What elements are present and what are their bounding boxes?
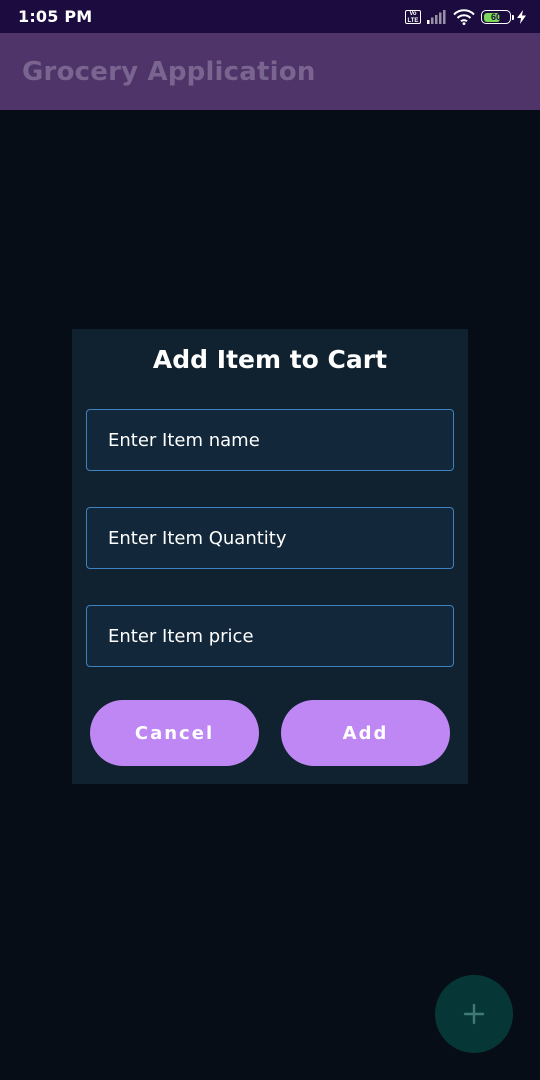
item-quantity-input[interactable] [87, 508, 453, 568]
item-price-input[interactable] [87, 606, 453, 666]
item-quantity-field[interactable] [86, 507, 454, 569]
status-icons: Vo LTE 60 [405, 7, 526, 27]
status-time: 1:05 PM [18, 7, 93, 26]
add-item-dialog: Add Item to Cart Cancel Add [72, 329, 468, 784]
add-fab-button[interactable] [435, 975, 513, 1053]
wifi-icon [453, 9, 475, 25]
battery-level: 60 [490, 11, 501, 22]
add-button[interactable]: Add [281, 700, 450, 766]
signal-icon [427, 10, 446, 24]
app-bar: Grocery Application [0, 33, 540, 110]
cancel-button[interactable]: Cancel [90, 700, 259, 766]
app-title: Grocery Application [22, 57, 316, 87]
plus-icon [463, 1003, 485, 1025]
charging-icon [517, 10, 526, 24]
dialog-title: Add Item to Cart [152, 345, 388, 374]
volte-icon: Vo LTE [405, 10, 421, 24]
item-name-field[interactable] [86, 409, 454, 471]
status-bar: 1:05 PM Vo LTE 60 [0, 0, 540, 33]
item-name-input[interactable] [87, 410, 453, 470]
item-price-field[interactable] [86, 605, 454, 667]
battery-icon: 60 [481, 10, 514, 24]
